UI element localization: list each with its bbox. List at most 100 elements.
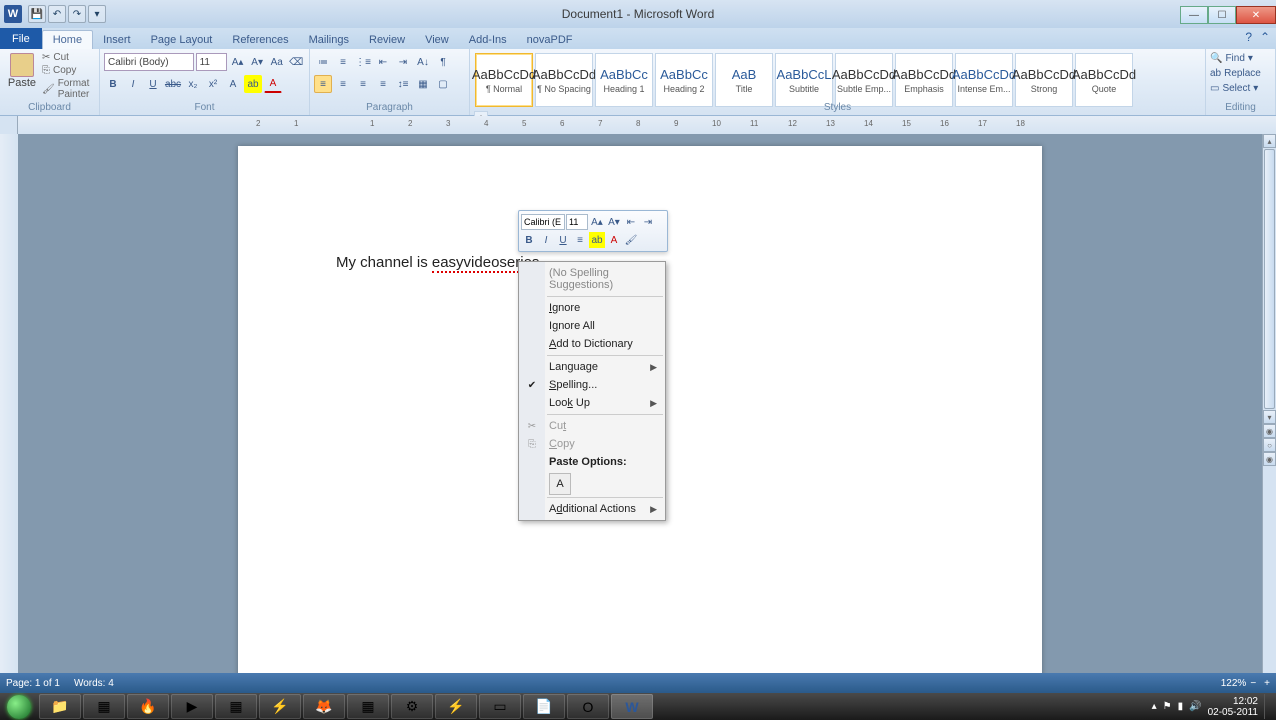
document-text[interactable]: My channel is easyvideoseries — [336, 254, 539, 272]
tray-clock[interactable]: 12:02 02-05-2011 — [1208, 696, 1258, 718]
tray-expand-icon[interactable]: ▴ — [1152, 701, 1157, 712]
align-left-icon[interactable]: ≡ — [314, 75, 332, 93]
tab-references[interactable]: References — [222, 31, 298, 49]
cm-spelling[interactable]: ✔Spelling... — [519, 376, 665, 394]
text-effects-icon[interactable]: A — [224, 75, 242, 93]
taskbar-word-icon[interactable]: W — [611, 694, 653, 719]
cm-add-dictionary[interactable]: Add to Dictionary — [519, 335, 665, 353]
borders-icon[interactable]: ▢ — [434, 75, 452, 93]
show-desktop-button[interactable] — [1264, 694, 1272, 719]
cm-additional-actions[interactable]: Additional Actions▶ — [519, 500, 665, 518]
mini-italic-icon[interactable]: I — [538, 232, 554, 248]
subscript-button[interactable]: x₂ — [184, 75, 202, 93]
mini-grow-icon[interactable]: A▴ — [589, 214, 605, 230]
mini-font-color-icon[interactable]: A — [606, 232, 622, 248]
help-icon[interactable]: ? — [1245, 30, 1252, 44]
sort-icon[interactable]: A↓ — [414, 53, 432, 71]
maximize-button[interactable]: ☐ — [1208, 6, 1236, 24]
style-title[interactable]: AaBTitle — [715, 53, 773, 107]
strikethrough-button[interactable]: abc — [164, 75, 182, 93]
undo-icon[interactable]: ↶ — [48, 5, 66, 23]
highlight-color-icon[interactable]: ab — [244, 75, 262, 93]
replace-button[interactable]: ab Replace — [1210, 66, 1271, 81]
mini-font-combo[interactable]: Calibri (E — [521, 214, 565, 230]
taskbar-calc-icon[interactable]: ▦ — [83, 694, 125, 719]
align-center-icon[interactable]: ≡ — [334, 75, 352, 93]
style-subtle-emp---[interactable]: AaBbCcDdSubtle Emp... — [835, 53, 893, 107]
taskbar-app9-icon[interactable]: 📄 — [523, 694, 565, 719]
decrease-indent-icon[interactable]: ⇤ — [374, 53, 392, 71]
taskbar-firefox-icon[interactable]: 🦊 — [303, 694, 345, 719]
vertical-scrollbar[interactable]: ▴ ▾ ◉ ○ ◉ — [1262, 134, 1276, 693]
tab-insert[interactable]: Insert — [93, 31, 141, 49]
font-size-combo[interactable]: 11 — [196, 53, 227, 71]
scroll-up-icon[interactable]: ▴ — [1263, 134, 1276, 148]
style-heading-1[interactable]: AaBbCcHeading 1 — [595, 53, 653, 107]
format-painter-button[interactable]: 🖌 Format Painter — [42, 77, 95, 101]
paste-button[interactable]: Paste — [4, 51, 40, 101]
copy-button[interactable]: ⎘ Copy — [42, 64, 95, 77]
taskbar-app6-icon[interactable]: ⚙ — [391, 694, 433, 719]
italic-button[interactable]: I — [124, 75, 142, 93]
tab-page-layout[interactable]: Page Layout — [141, 31, 223, 49]
style-strong[interactable]: AaBbCcDdStrong — [1015, 53, 1073, 107]
find-button[interactable]: 🔍 Find ▾ — [1210, 51, 1271, 66]
clear-formatting-icon[interactable]: ⌫ — [287, 53, 305, 71]
browse-object-icon[interactable]: ○ — [1263, 438, 1276, 452]
ribbon-minimize-icon[interactable]: ⌃ — [1260, 30, 1270, 44]
status-page[interactable]: Page: 1 of 1 — [6, 678, 60, 689]
scroll-down-icon[interactable]: ▾ — [1263, 410, 1276, 424]
style-heading-2[interactable]: AaBbCcHeading 2 — [655, 53, 713, 107]
shrink-font-icon[interactable]: A▾ — [248, 53, 266, 71]
mini-inc-indent-icon[interactable]: ⇥ — [640, 214, 656, 230]
mini-format-painter-icon[interactable]: 🖌 — [623, 232, 639, 248]
taskbar-explorer-icon[interactable]: 📁 — [39, 694, 81, 719]
shading-icon[interactable]: ▦ — [414, 75, 432, 93]
style-intense-em---[interactable]: AaBbCcDdIntense Em... — [955, 53, 1013, 107]
minimize-button[interactable]: — — [1180, 6, 1208, 24]
mini-size-combo[interactable]: 11 — [566, 214, 588, 230]
redo-icon[interactable]: ↷ — [68, 5, 86, 23]
mini-underline-icon[interactable]: U — [555, 232, 571, 248]
taskbar-app3-icon[interactable]: ▦ — [215, 694, 257, 719]
tab-mailings[interactable]: Mailings — [299, 31, 359, 49]
save-icon[interactable]: 💾 — [28, 5, 46, 23]
numbering-icon[interactable]: ≡ — [334, 53, 352, 71]
bold-button[interactable]: B — [104, 75, 122, 93]
file-tab[interactable]: File — [0, 28, 42, 49]
grow-font-icon[interactable]: A▴ — [229, 53, 247, 71]
horizontal-ruler[interactable]: 21123456789101112131415161718 — [18, 116, 1276, 134]
tray-volume-icon[interactable]: 🔊 — [1189, 701, 1201, 712]
align-right-icon[interactable]: ≡ — [354, 75, 372, 93]
line-spacing-icon[interactable]: ↕≡ — [394, 75, 412, 93]
zoom-level[interactable]: 122% — [1221, 678, 1247, 689]
cm-ignore[interactable]: Ignore — [519, 299, 665, 317]
word-logo-icon[interactable]: W — [4, 5, 22, 23]
tab-novapdf[interactable]: novaPDF — [517, 31, 583, 49]
show-marks-icon[interactable]: ¶ — [434, 53, 452, 71]
styles-gallery[interactable]: AaBbCcDd¶ NormalAaBbCcDd¶ No SpacingAaBb… — [474, 51, 1201, 109]
taskbar-app1-icon[interactable]: 🔥 — [127, 694, 169, 719]
vertical-ruler[interactable] — [0, 134, 18, 693]
tab-addins[interactable]: Add-Ins — [459, 31, 517, 49]
tab-home[interactable]: Home — [42, 30, 93, 49]
cut-button[interactable]: ✂ Cut — [42, 51, 95, 64]
multilevel-icon[interactable]: ⋮≡ — [354, 53, 372, 71]
change-case-icon[interactable]: Aa — [268, 53, 286, 71]
mini-bold-icon[interactable]: B — [521, 232, 537, 248]
style-subtitle[interactable]: AaBbCcLSubtitle — [775, 53, 833, 107]
tray-flag-icon[interactable]: ⚑ — [1163, 701, 1172, 712]
select-button[interactable]: ▭ Select ▾ — [1210, 81, 1271, 96]
scroll-thumb[interactable] — [1264, 149, 1275, 409]
mini-center-icon[interactable]: ≡ — [572, 232, 588, 248]
taskbar-app7-icon[interactable]: ⚡ — [435, 694, 477, 719]
style---normal[interactable]: AaBbCcDd¶ Normal — [475, 53, 533, 107]
style-quote[interactable]: AaBbCcDdQuote — [1075, 53, 1133, 107]
prev-page-icon[interactable]: ◉ — [1263, 424, 1276, 438]
next-page-icon[interactable]: ◉ — [1263, 452, 1276, 466]
mini-highlight-icon[interactable]: ab — [589, 232, 605, 248]
font-name-combo[interactable]: Calibri (Body) — [104, 53, 194, 71]
qat-customize-icon[interactable]: ▾ — [88, 5, 106, 23]
cm-lookup[interactable]: Look Up▶ — [519, 394, 665, 412]
start-button[interactable] — [0, 693, 38, 720]
